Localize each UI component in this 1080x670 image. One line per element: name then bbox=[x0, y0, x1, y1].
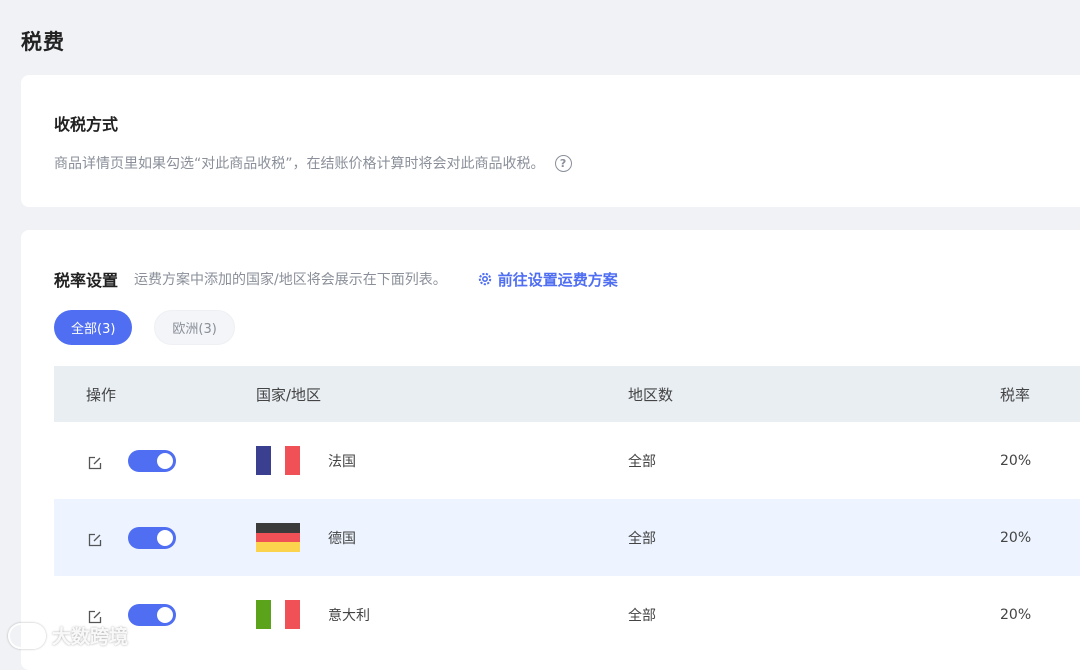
tax-rate-title: 税率设置 bbox=[54, 271, 119, 290]
tax-rate-value: 20% bbox=[1000, 452, 1032, 469]
region-tabs: 全部(3) 欧洲(3) bbox=[54, 310, 235, 345]
region-count: 全部 bbox=[628, 607, 656, 624]
italy-flag-icon bbox=[256, 600, 301, 629]
enable-toggle[interactable] bbox=[128, 526, 176, 549]
table-row: 德国 全部 20% bbox=[54, 499, 1080, 576]
watermark-text: 大数跨境 bbox=[52, 626, 129, 648]
country-cell: 法国 bbox=[256, 446, 628, 475]
header-country: 国家/地区 bbox=[256, 385, 322, 404]
header-op: 操作 bbox=[86, 385, 117, 404]
table-row: 意大利 全部 20% bbox=[54, 576, 1080, 653]
tab-europe[interactable]: 欧洲(3) bbox=[154, 310, 235, 345]
tax-method-title: 收税方式 bbox=[54, 115, 119, 134]
gear-icon bbox=[477, 271, 493, 287]
watermark-logo-icon bbox=[8, 622, 46, 649]
tax-rate-card: 税率设置 运费方案中添加的国家/地区将会展示在下面列表。 前往设置运费方案 全部… bbox=[21, 230, 1080, 670]
region-count: 全部 bbox=[628, 453, 656, 470]
france-flag-icon bbox=[256, 446, 301, 475]
country-cell: 意大利 bbox=[256, 600, 628, 629]
tax-rate-value: 20% bbox=[1000, 529, 1032, 546]
shipping-plan-link[interactable]: 前往设置运费方案 bbox=[477, 269, 618, 290]
tax-method-description: 商品详情页里如果勾选“对此商品收税”，在结账价格计算时将会对此商品收税。 bbox=[54, 156, 545, 172]
country-name: 法国 bbox=[328, 453, 356, 470]
page-title: 税费 bbox=[21, 30, 65, 54]
row-actions bbox=[54, 526, 256, 549]
watermark: 大数跨境 bbox=[8, 622, 128, 649]
enable-toggle[interactable] bbox=[128, 449, 176, 472]
edit-icon[interactable] bbox=[86, 531, 104, 549]
table-row: 法国 全部 20% bbox=[54, 422, 1080, 499]
shipping-plan-link-label: 前往设置运费方案 bbox=[497, 270, 618, 289]
row-actions bbox=[54, 449, 256, 472]
tax-rate-table: 操作 国家/地区 地区数 税率 法国 全部 20% 德国 全部 20% 意大利 … bbox=[54, 366, 1080, 653]
tax-rate-description: 运费方案中添加的国家/地区将会展示在下面列表。 bbox=[134, 272, 447, 288]
country-name: 德国 bbox=[328, 530, 356, 547]
toggle-knob bbox=[157, 452, 173, 469]
toggle-knob bbox=[157, 529, 173, 546]
tax-method-description-line: 商品详情页里如果勾选“对此商品收税”，在结账价格计算时将会对此商品收税。 ? bbox=[54, 153, 572, 173]
enable-toggle[interactable] bbox=[128, 603, 176, 626]
header-region: 地区数 bbox=[628, 385, 674, 404]
tax-rate-header: 税率设置 运费方案中添加的国家/地区将会展示在下面列表。 前往设置运费方案 bbox=[54, 267, 618, 291]
country-name: 意大利 bbox=[328, 607, 370, 624]
header-rate: 税率 bbox=[1000, 385, 1031, 404]
toggle-knob bbox=[157, 606, 173, 623]
tax-rate-value: 20% bbox=[1000, 606, 1032, 623]
germany-flag-icon bbox=[256, 523, 300, 553]
tax-method-card: 收税方式 商品详情页里如果勾选“对此商品收税”，在结账价格计算时将会对此商品收税… bbox=[21, 75, 1080, 207]
table-header: 操作 国家/地区 地区数 税率 bbox=[54, 366, 1080, 422]
help-icon[interactable]: ? bbox=[554, 154, 572, 172]
tab-all[interactable]: 全部(3) bbox=[54, 310, 133, 345]
country-cell: 德国 bbox=[256, 523, 628, 553]
region-count: 全部 bbox=[628, 530, 656, 547]
edit-icon[interactable] bbox=[86, 454, 104, 472]
